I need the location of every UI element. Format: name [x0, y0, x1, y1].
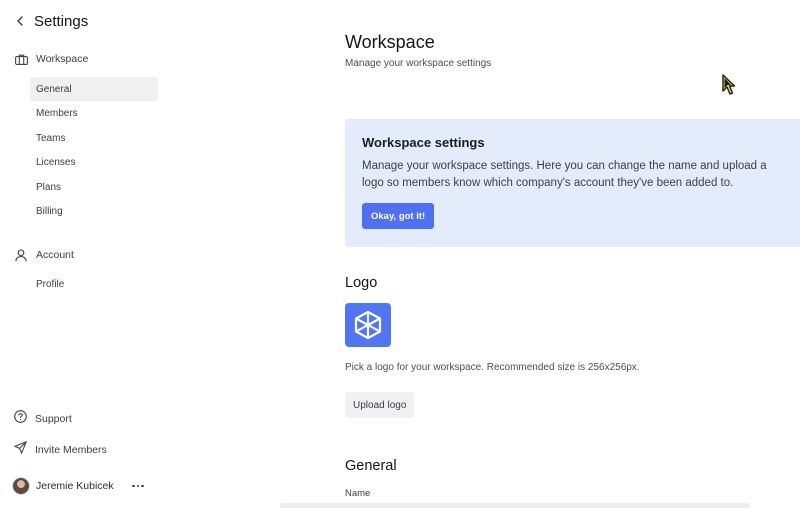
help-circle-icon	[14, 410, 27, 428]
divider	[280, 503, 750, 508]
sidebar: Settings Workspace General Members Teams…	[0, 0, 170, 508]
support-label: Support	[35, 413, 72, 425]
sidebar-item-general[interactable]: General	[30, 77, 158, 101]
section-account: Account	[14, 245, 74, 265]
sidebar-item-plans[interactable]: Plans	[30, 175, 158, 199]
sidebar-item-teams[interactable]: Teams	[30, 126, 158, 150]
sidebar-item-billing[interactable]: Billing	[30, 199, 158, 223]
send-icon	[14, 441, 27, 459]
user-profile[interactable]: Jeremie Kubicek	[12, 476, 114, 496]
banner-text: Manage your workspace settings. Here you…	[362, 160, 767, 189]
briefcase-icon	[14, 52, 28, 66]
logo-help-text: Pick a logo for your workspace. Recommen…	[345, 362, 640, 373]
cube-logo-icon	[354, 310, 382, 340]
banner-title: Workspace settings	[362, 135, 485, 150]
avatar	[12, 477, 30, 495]
chevron-left-icon	[17, 16, 23, 26]
invite-members-link[interactable]: Invite Members	[14, 440, 107, 460]
section-workspace: Workspace	[14, 49, 88, 69]
name-field-label: Name	[345, 488, 371, 499]
info-banner: Workspace settings Manage your workspace…	[345, 119, 800, 247]
sidebar-item-members[interactable]: Members	[30, 101, 158, 125]
logo-section-title: Logo	[345, 275, 378, 291]
page-title: Workspace	[345, 32, 435, 52]
dismiss-banner-button[interactable]: Okay, got it!	[362, 203, 435, 229]
back-button[interactable]	[12, 11, 28, 31]
user-name: Jeremie Kubicek	[36, 480, 114, 492]
user-icon	[14, 248, 28, 262]
page-subtitle: Manage your workspace settings	[345, 58, 492, 69]
sidebar-item-licenses[interactable]: Licenses	[30, 150, 158, 174]
sidebar-item-profile[interactable]: Profile	[30, 272, 158, 296]
general-section-title: General	[345, 458, 397, 474]
more-horizontal-icon[interactable]	[130, 476, 146, 496]
upload-logo-button[interactable]: Upload logo	[345, 392, 415, 418]
invite-members-label: Invite Members	[35, 444, 107, 456]
support-link[interactable]: Support	[14, 409, 72, 429]
sidebar-header: Settings	[12, 10, 88, 32]
mouse-pointer-icon	[722, 74, 735, 95]
sidebar-title: Settings	[34, 12, 89, 30]
workspace-logo[interactable]	[345, 303, 391, 347]
section-account-label: Account	[36, 249, 74, 261]
section-workspace-label: Workspace	[36, 53, 89, 65]
